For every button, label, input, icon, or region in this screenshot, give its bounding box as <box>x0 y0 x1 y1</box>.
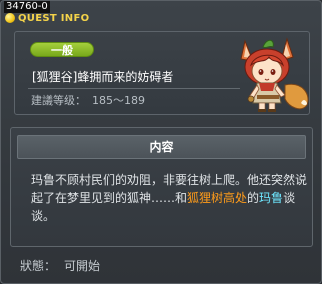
status-label: 狀態： <box>20 259 57 273</box>
coin-icon <box>5 13 15 23</box>
divider <box>28 88 240 89</box>
highlight-npc: 玛鲁 <box>259 191 284 205</box>
window-title: QUEST INFO <box>18 12 90 24</box>
quest-content-panel: 内容 玛鲁不顾村民们的劝阻，非要往树上爬。他还突然说起了在梦里见到的狐神……和狐… <box>10 127 313 247</box>
fox-girl-npc-portrait <box>240 37 309 112</box>
status-value: 可開始 <box>64 259 101 273</box>
window-title-row: QUEST INFO <box>5 11 89 25</box>
quest-status: 狀態： 可開始 <box>20 257 108 274</box>
quest-category-badge: 一般 <box>30 42 94 57</box>
quest-description: 玛鲁不顾村民们的劝阻，非要往树上爬。他还突然说起了在梦里见到的狐神……和狐狸树高… <box>31 171 313 225</box>
quest-name: [狐狸谷]蜂拥而来的妨碍者 <box>32 70 174 84</box>
title-bar[interactable]: 34760-0 QUEST INFO <box>1 1 322 25</box>
quest-info-window: 34760-0 QUEST INFO 一般 [狐狸谷]蜂拥而来的妨碍者 建議等级… <box>0 0 322 284</box>
level-label: 建議等级： <box>31 94 86 107</box>
description-part-2: 的 <box>247 191 260 205</box>
highlight-place: 狐狸树高处 <box>187 191 248 205</box>
recommended-level: 建議等级： 185～189 <box>31 92 151 108</box>
level-range: 185～189 <box>92 94 145 107</box>
content-header: 内容 <box>17 135 306 159</box>
